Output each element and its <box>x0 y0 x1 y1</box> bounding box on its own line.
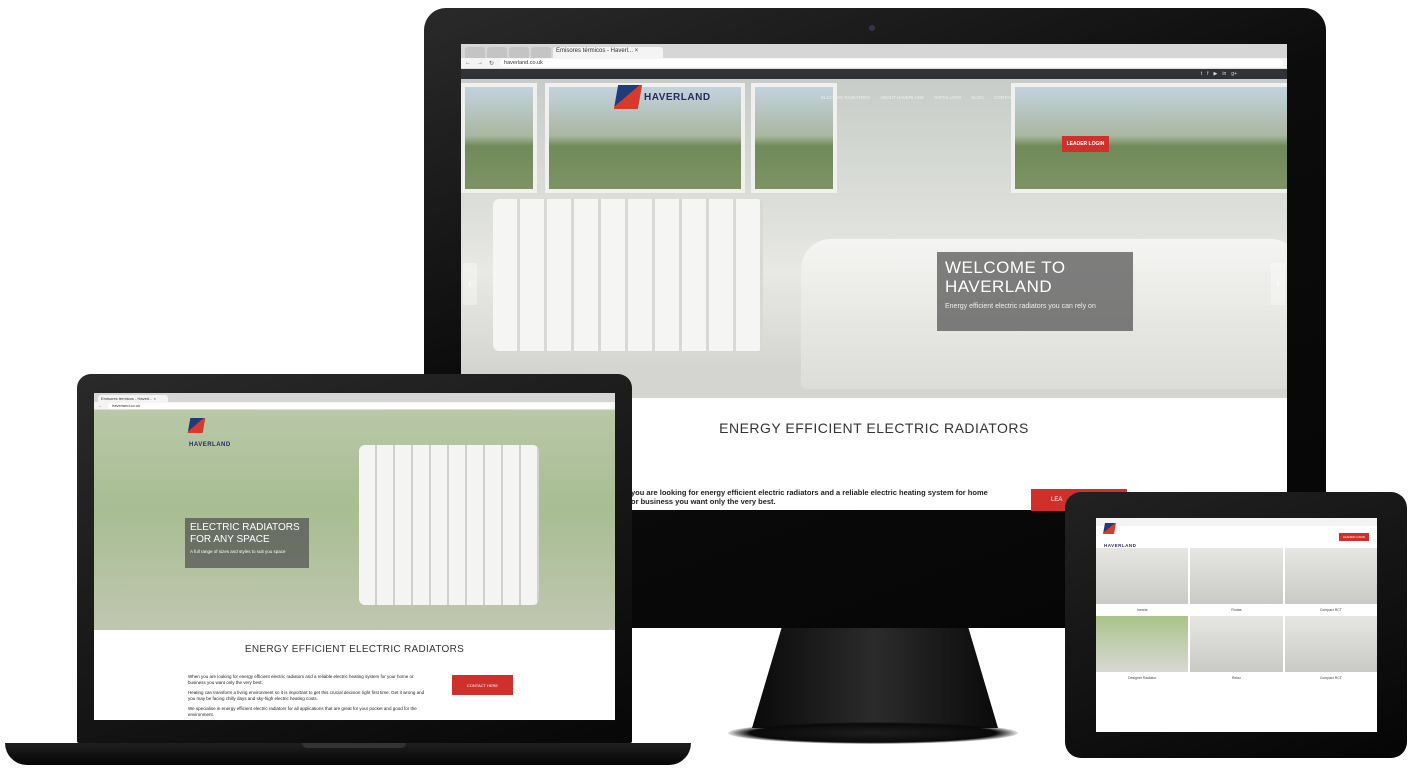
intro-text: you are looking for energy efficient ele… <box>631 488 988 506</box>
address-bar[interactable]: haverland.co.uk <box>108 402 611 409</box>
site-logo[interactable]: HAVERLAND <box>613 85 711 109</box>
browser-tab-active[interactable]: Emisores térmicos - Haverl... × <box>553 47 663 58</box>
browser-tab-strip: Emisores térmicos - Haverl... × <box>461 44 1287 58</box>
reload-icon[interactable]: ↻ <box>489 60 494 67</box>
product-tile[interactable]: Rodas <box>1190 548 1283 612</box>
leader-login-button[interactable]: LEADER LOGIN <box>1062 136 1109 152</box>
nav-item[interactable]: BLOG <box>971 95 984 100</box>
logo-text: HAVERLAND <box>1104 542 1137 548</box>
monitor-stand <box>752 628 998 728</box>
browser-tab[interactable] <box>465 47 485 58</box>
nav-item[interactable]: INSTALLERS <box>934 95 961 100</box>
hero-slider: HAVERLAND LEADER LOGIN ELECTRIC RADIATOR… <box>94 410 615 630</box>
window-view <box>461 83 537 193</box>
forward-icon[interactable]: → <box>477 60 483 66</box>
laptop-screen: Emisores térmicos - Haverl... × ← haverl… <box>94 393 615 720</box>
slide-caption: ELECTRIC RADIATORS FOR ANY SPACE A full … <box>185 518 309 568</box>
product-label: Inerzia <box>1136 608 1148 612</box>
chevron-left-icon[interactable]: ‹ <box>463 263 477 305</box>
intro-paragraph: Heating can transform a living environme… <box>188 690 425 701</box>
product-label: Compact RCT <box>1319 608 1342 612</box>
hero-slider: HAVERLAND ELECTRIC RADIATORS ABOUT HAVER… <box>461 79 1287 398</box>
main-nav: ELECTRIC RADIATORS ABOUT HAVERLAND INSTA… <box>821 95 1015 100</box>
twitter-icon[interactable]: t <box>1201 71 1202 77</box>
site-top-bar: t f ▶ in g+ <box>461 69 1287 79</box>
product-label: Rodas <box>1231 608 1242 612</box>
chevron-right-icon[interactable]: › <box>1271 263 1285 305</box>
address-bar[interactable]: haverland.co.uk <box>500 59 1283 67</box>
product-label: Compact RCT <box>1319 676 1342 680</box>
google-plus-icon[interactable]: g+ <box>1231 71 1237 77</box>
product-tile[interactable]: Relax <box>1190 616 1283 680</box>
nav-item[interactable]: CONTACT <box>994 95 1015 100</box>
nav-item[interactable]: ELECTRIC RADIATORS <box>821 95 870 100</box>
laptop-notch <box>302 743 406 748</box>
window-view <box>1011 83 1287 193</box>
logo-text: HAVERLAND <box>189 442 231 448</box>
facebook-icon[interactable]: f <box>1207 71 1208 77</box>
slide-text: Energy efficient electric radiators you … <box>945 303 1096 310</box>
browser-tab[interactable] <box>531 47 551 58</box>
webcam <box>869 25 875 31</box>
slide-text: A full range of sizes and styles to suit… <box>190 549 286 554</box>
intro-paragraph: When you are looking for energy efficien… <box>188 674 414 685</box>
leader-login-button[interactable]: LEADER LOGIN <box>1338 533 1369 541</box>
radiator-image <box>493 199 763 351</box>
linkedin-icon[interactable]: in <box>1222 71 1226 77</box>
product-label: Relax <box>1232 676 1241 680</box>
product-grid: Inerzia Rodas Compact RCT Designer Radia… <box>1096 548 1377 680</box>
browser-toolbar: ← → ↻ haverland.co.uk <box>461 58 1287 69</box>
nav-item[interactable]: ABOUT HAVERLAND <box>880 95 924 100</box>
monitor-base <box>728 722 1018 744</box>
back-icon[interactable]: ← <box>465 60 471 66</box>
tablet-screen: HAVERLAND LEADER LOGIN Inerzia Rodas Com… <box>1096 518 1377 732</box>
haverland-logo-icon <box>613 85 643 109</box>
tablet-status-bar <box>1096 518 1377 526</box>
product-tile[interactable]: Designer Radiator <box>1096 616 1189 680</box>
product-tile[interactable]: Compact RCT <box>1284 616 1377 680</box>
browser-toolbar: ← haverland.co.uk <box>94 402 615 410</box>
logo-text: HAVERLAND <box>644 91 711 103</box>
slide-caption: WELCOME TO HAVERLAND Energy efficient el… <box>937 252 1133 331</box>
slide-title: ELECTRIC RADIATORS FOR ANY SPACE <box>190 522 300 545</box>
back-icon[interactable]: ← <box>98 403 102 408</box>
contact-button[interactable]: CONTACT HERE <box>452 675 513 695</box>
site-logo[interactable]: HAVERLAND <box>187 418 231 451</box>
intro-text: When you are looking for energy efficien… <box>188 674 426 720</box>
product-label: Designer Radiator <box>1128 676 1157 680</box>
tablet-header: HAVERLAND LEADER LOGIN <box>1096 522 1377 548</box>
slide-title: WELCOME TO HAVERLAND <box>945 258 1066 296</box>
intro-paragraph: We specialise in energy efficient electr… <box>188 706 417 717</box>
product-tile[interactable]: Compact RCT <box>1284 548 1377 612</box>
haverland-logo-icon <box>187 418 206 433</box>
social-links: t f ▶ in g+ <box>1201 71 1237 77</box>
haverland-logo-icon <box>1103 522 1116 534</box>
browser-tab-strip: Emisores térmicos - Haverl... × <box>94 393 615 402</box>
product-tile[interactable]: Inerzia <box>1096 548 1189 612</box>
browser-tab[interactable] <box>509 47 529 58</box>
browser-tab[interactable] <box>487 47 507 58</box>
youtube-icon[interactable]: ▶ <box>1214 71 1218 77</box>
section-title: ENERGY EFFICIENT ELECTRIC RADIATORS <box>244 644 465 655</box>
radiator-image <box>359 445 539 605</box>
browser-tab-active[interactable]: Emisores térmicos - Haverl... × <box>98 395 168 402</box>
